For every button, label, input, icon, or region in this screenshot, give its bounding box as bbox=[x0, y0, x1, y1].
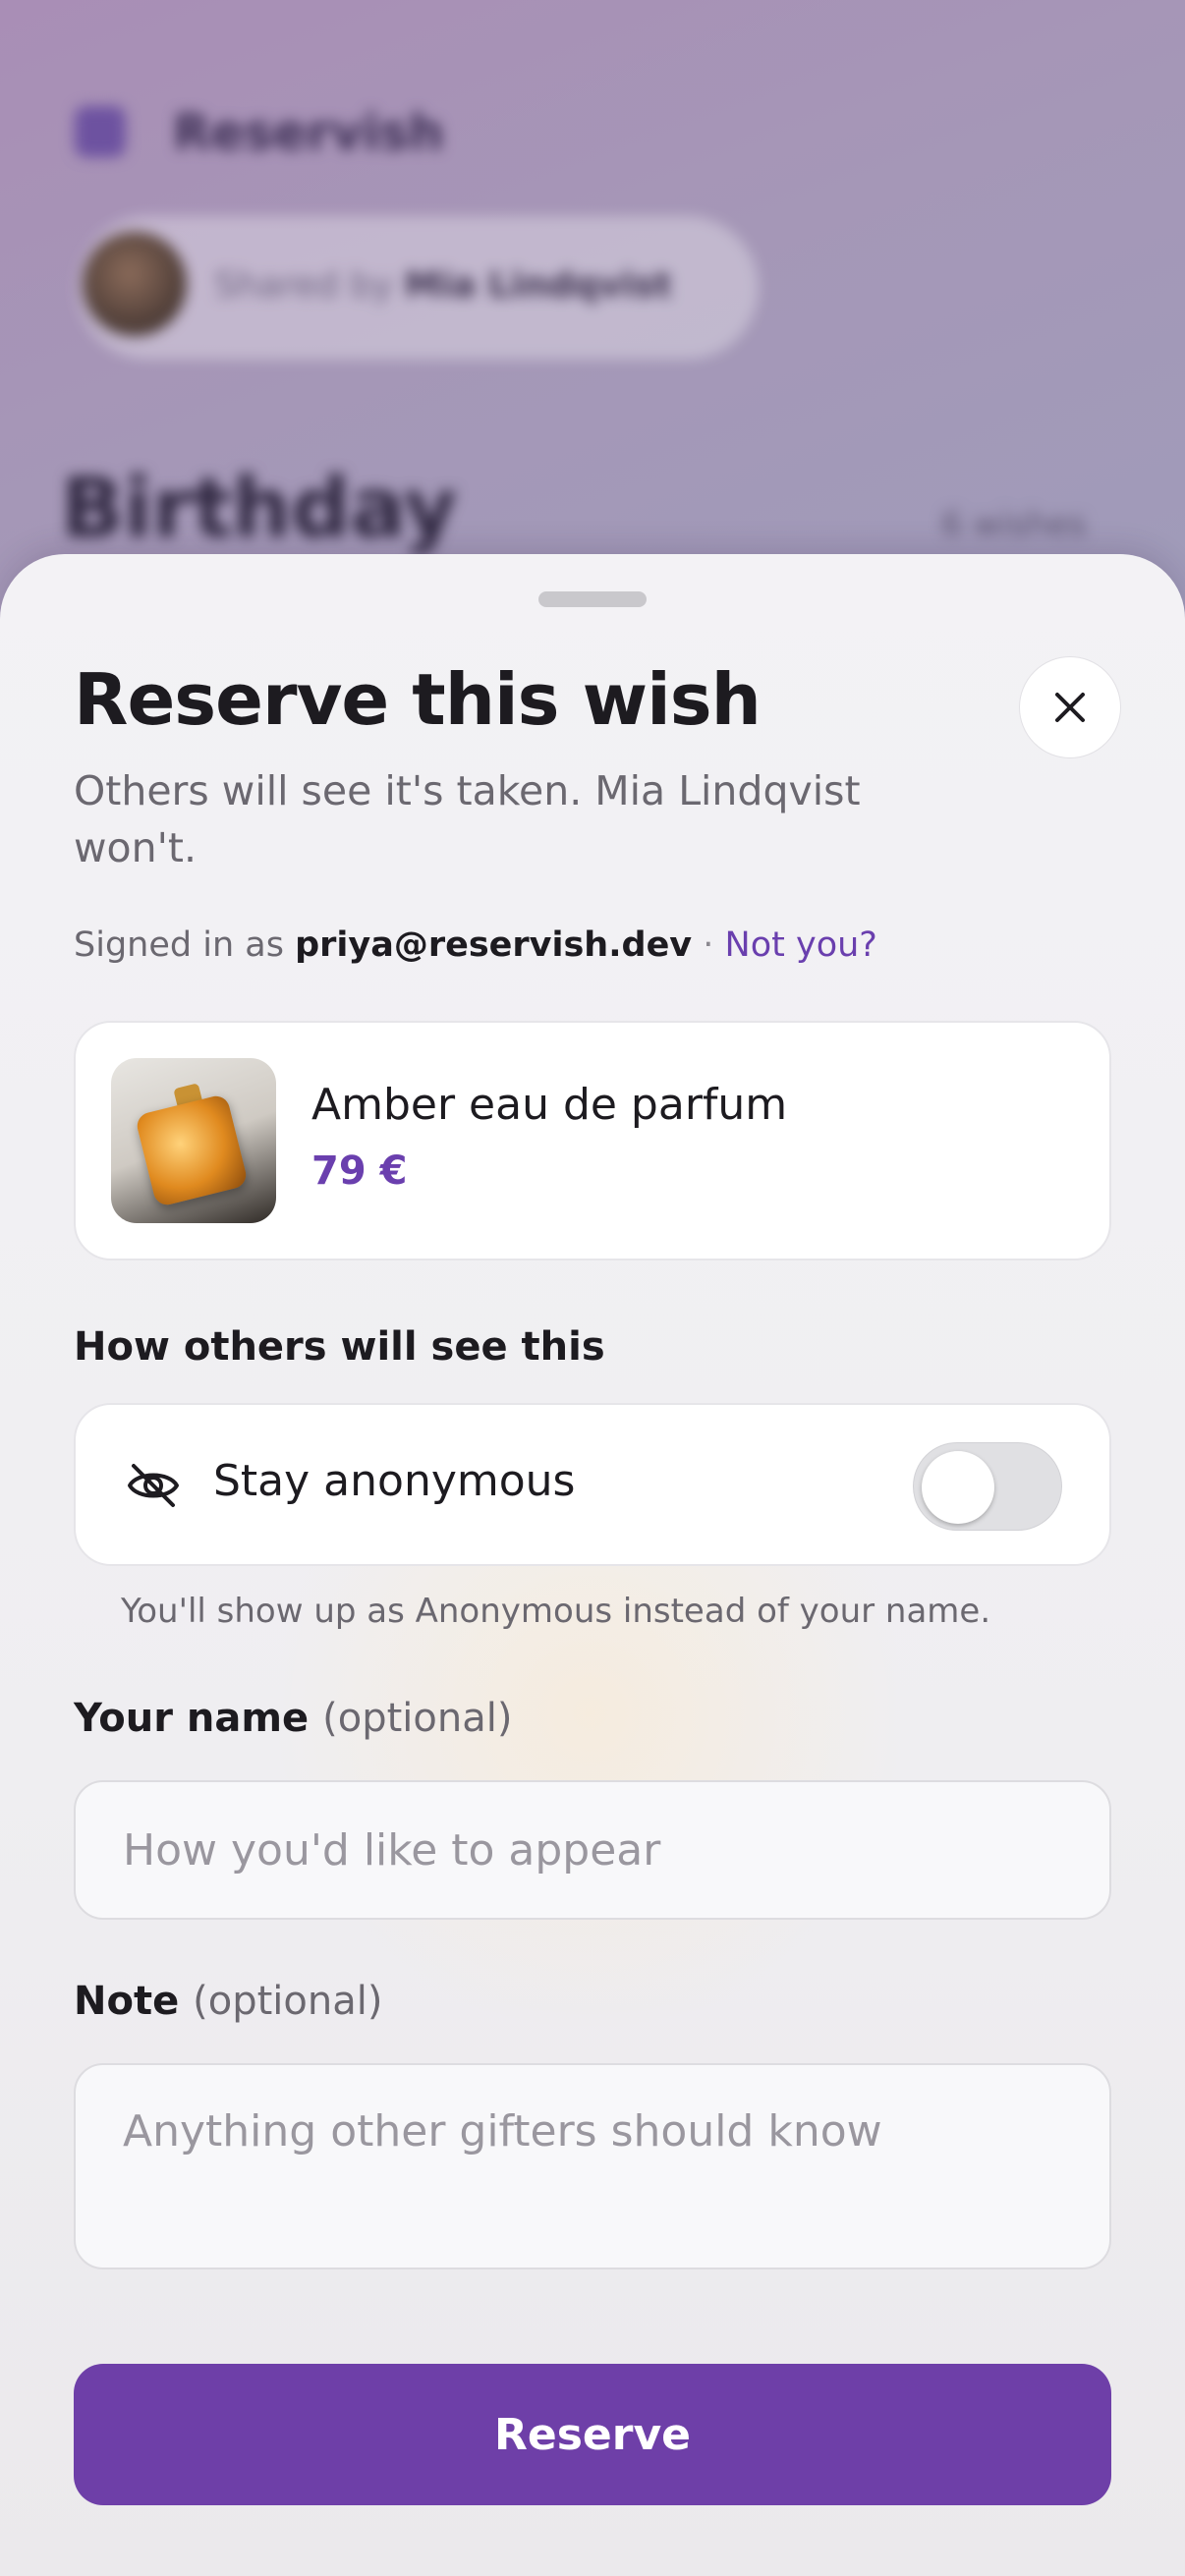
sheet-title: Reserve this wish bbox=[74, 658, 762, 741]
wish-count: 6 wishes bbox=[941, 505, 1087, 544]
close-button[interactable] bbox=[1019, 656, 1121, 758]
owner-avatar bbox=[83, 232, 187, 336]
shared-by-prefix: Shared by bbox=[214, 265, 394, 306]
signed-in-row: Signed in as priya@reservish.dev · Not y… bbox=[74, 925, 877, 965]
toggle-knob bbox=[922, 1451, 994, 1524]
product-price: 79 € bbox=[311, 1148, 408, 1194]
name-field-label: Your name (optional) bbox=[74, 1696, 512, 1741]
shared-by-text: Shared by Mia Lindqvist bbox=[214, 265, 672, 306]
anonymous-row[interactable]: Stay anonymous bbox=[74, 1403, 1111, 1566]
note-input[interactable] bbox=[74, 2063, 1111, 2269]
note-label-text: Note bbox=[74, 1979, 180, 2024]
sheet-subtitle: Others will see it's taken. Mia Lindqvis… bbox=[74, 767, 861, 871]
name-optional-text: (optional) bbox=[322, 1696, 513, 1741]
name-label-text: Your name bbox=[74, 1696, 310, 1741]
product-card: Amber eau de parfum 79 € bbox=[74, 1021, 1111, 1260]
sheet-grabber[interactable] bbox=[538, 591, 647, 607]
brand-name: Reservish bbox=[173, 104, 444, 161]
anonymous-hint: You'll show up as Anonymous instead of y… bbox=[121, 1592, 991, 1631]
product-image bbox=[111, 1058, 276, 1223]
note-field-label: Note (optional) bbox=[74, 1979, 382, 2024]
signed-in-prefix: Signed in as bbox=[74, 925, 284, 965]
visibility-section-label: How others will see this bbox=[74, 1324, 605, 1370]
eye-off-icon bbox=[128, 1464, 179, 1507]
list-title: Birthday bbox=[61, 460, 458, 556]
shared-by-owner: Mia Lindqvist bbox=[404, 265, 672, 306]
signed-in-email: priya@reservish.dev bbox=[295, 925, 693, 965]
anonymous-toggle[interactable] bbox=[913, 1442, 1062, 1531]
reserve-button[interactable]: Reserve bbox=[74, 2364, 1111, 2505]
name-input[interactable] bbox=[74, 1780, 1111, 1920]
note-optional-text: (optional) bbox=[193, 1979, 383, 2024]
product-name: Amber eau de parfum bbox=[311, 1080, 788, 1130]
perfume-bottle-shape bbox=[134, 1092, 250, 1208]
brand-logo-icon bbox=[75, 106, 126, 157]
not-you-link[interactable]: Not you? bbox=[725, 925, 877, 965]
reserve-sheet: Reserve this wish Others will see it's t… bbox=[0, 554, 1185, 2576]
close-icon bbox=[1055, 693, 1085, 722]
anonymous-label: Stay anonymous bbox=[213, 1456, 576, 1506]
separator-dot: · bbox=[703, 925, 714, 965]
